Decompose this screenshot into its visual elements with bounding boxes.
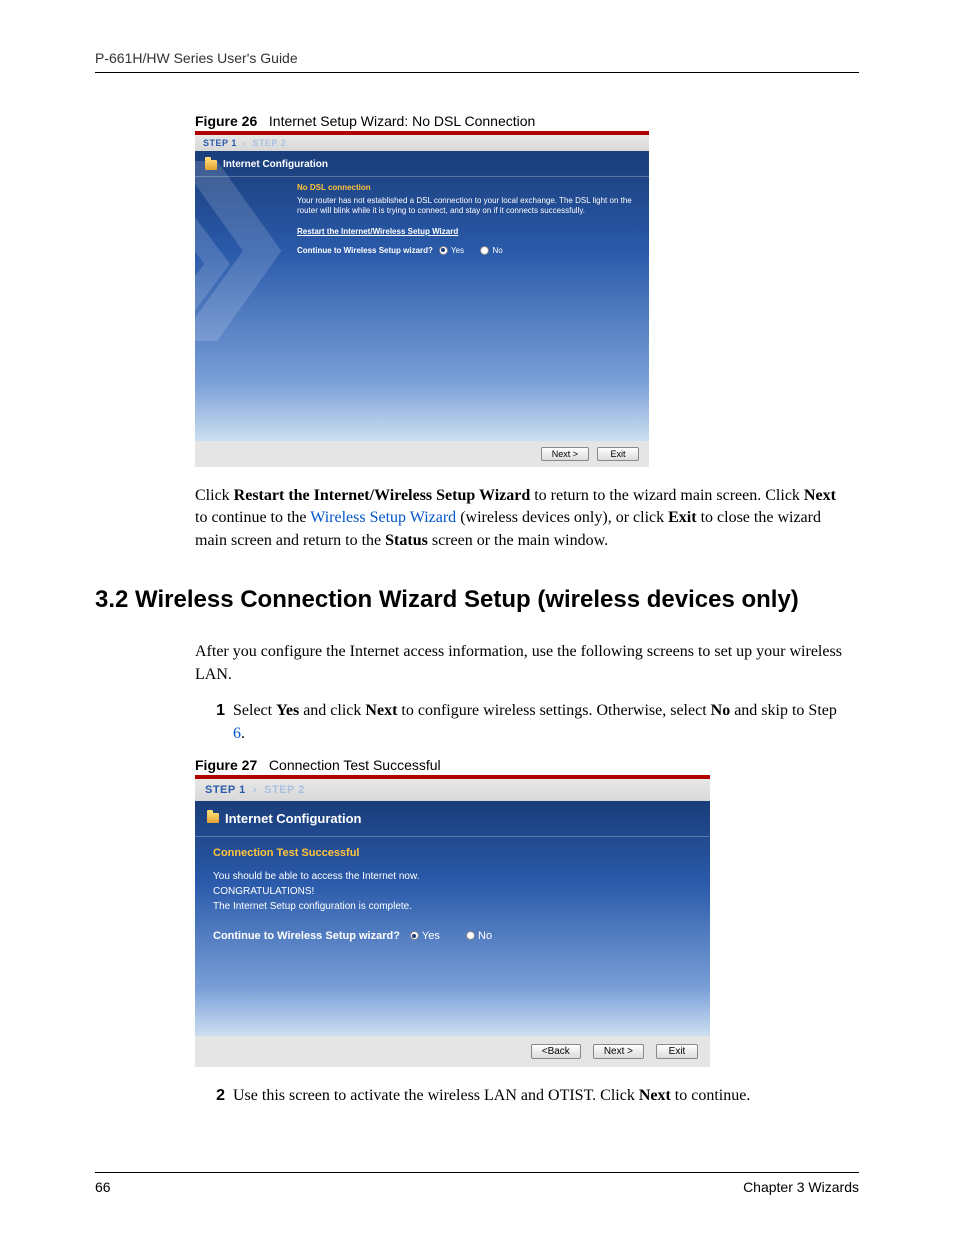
- status-title: Connection Test Successful: [213, 847, 692, 859]
- wireless-setup-link[interactable]: Wireless Setup Wizard: [310, 509, 456, 526]
- radio-no[interactable]: No: [480, 246, 502, 255]
- figure-27-label: Figure 27: [195, 757, 257, 773]
- step-2-label: STEP 2: [264, 784, 305, 796]
- figure-26-label: Figure 26: [195, 113, 257, 129]
- page-header: P-661H/HW Series User's Guide: [95, 50, 859, 73]
- radio-yes[interactable]: Yes: [410, 930, 440, 942]
- radio-icon: [466, 931, 475, 940]
- folder-icon: [207, 813, 219, 823]
- status-description: Your router has not established a DSL co…: [297, 196, 635, 217]
- panel-title: Internet Configuration: [223, 159, 328, 170]
- figure-26-caption: Figure 26 Internet Setup Wizard: No DSL …: [195, 113, 849, 129]
- radio-icon: [410, 931, 419, 940]
- radio-icon: [480, 246, 489, 255]
- step-arrow: ›: [253, 784, 257, 796]
- next-button[interactable]: Next >: [593, 1044, 644, 1059]
- radio-yes-label: Yes: [422, 930, 440, 942]
- continue-row: Continue to Wireless Setup wizard? Yes N…: [297, 246, 635, 255]
- radio-yes[interactable]: Yes: [439, 246, 464, 255]
- step-1-label: STEP 1: [205, 784, 246, 796]
- step-arrow: ›: [243, 138, 247, 148]
- back-button[interactable]: <Back: [531, 1044, 581, 1059]
- radio-no-label: No: [492, 246, 502, 255]
- chapter-label: Chapter 3 Wizards: [743, 1179, 859, 1195]
- exit-button[interactable]: Exit: [597, 447, 639, 461]
- panel-title: Internet Configuration: [225, 811, 362, 826]
- step-6-link[interactable]: 6: [233, 725, 241, 742]
- figure-26-wizard: STEP 1 › STEP 2 Internet Configuration N…: [195, 131, 649, 467]
- step-1-label: STEP 1: [203, 138, 237, 148]
- continue-label: Continue to Wireless Setup wizard?: [213, 930, 400, 942]
- step-breadcrumb: STEP 1 › STEP 2: [195, 779, 710, 801]
- figure-26-title: Internet Setup Wizard: No DSL Connection: [269, 113, 535, 129]
- step-2-text: Use this screen to activate the wireless…: [233, 1085, 750, 1107]
- section-intro-paragraph: After you configure the Internet access …: [195, 641, 849, 686]
- next-button[interactable]: Next >: [541, 447, 589, 461]
- radio-icon: [439, 246, 448, 255]
- exit-button[interactable]: Exit: [656, 1044, 698, 1059]
- wizard-footer: <Back Next > Exit: [195, 1036, 710, 1067]
- radio-no-label: No: [478, 930, 492, 942]
- folder-icon: [205, 160, 217, 170]
- step-number: 1: [213, 700, 225, 745]
- restart-wizard-link[interactable]: Restart the Internet/Wireless Setup Wiza…: [297, 227, 635, 236]
- wizard-footer: Next > Exit: [195, 441, 649, 467]
- page-footer: 66 Chapter 3 Wizards: [95, 1172, 859, 1195]
- figure-27-title: Connection Test Successful: [269, 757, 441, 773]
- panel-title-row: Internet Configuration: [195, 151, 649, 177]
- figure-27-caption: Figure 27 Connection Test Successful: [195, 757, 849, 773]
- status-description: You should be able to access the Interne…: [213, 869, 692, 914]
- step-number: 2: [213, 1085, 225, 1107]
- step-2-item: 2 Use this screen to activate the wirele…: [213, 1085, 849, 1107]
- figure-27-wizard: STEP 1 › STEP 2 Internet Configuration C…: [195, 775, 710, 1067]
- panel-title-row: Internet Configuration: [195, 801, 710, 837]
- step-2-label: STEP 2: [252, 138, 286, 148]
- radio-no[interactable]: No: [466, 930, 492, 942]
- status-title: No DSL connection: [297, 183, 635, 192]
- radio-yes-label: Yes: [451, 246, 464, 255]
- step-1-text: Select Yes and click Next to configure w…: [233, 700, 849, 745]
- guide-title: P-661H/HW Series User's Guide: [95, 50, 298, 66]
- continue-label: Continue to Wireless Setup wizard?: [297, 246, 433, 255]
- step-breadcrumb: STEP 1 › STEP 2: [195, 135, 649, 151]
- section-3-2-heading: 3.2 Wireless Connection Wizard Setup (wi…: [95, 584, 849, 615]
- step-1-item: 1 Select Yes and click Next to configure…: [213, 700, 849, 745]
- continue-row: Continue to Wireless Setup wizard? Yes N…: [213, 930, 692, 942]
- paragraph-after-fig26: Click Restart the Internet/Wireless Setu…: [195, 485, 849, 552]
- page-number: 66: [95, 1179, 111, 1195]
